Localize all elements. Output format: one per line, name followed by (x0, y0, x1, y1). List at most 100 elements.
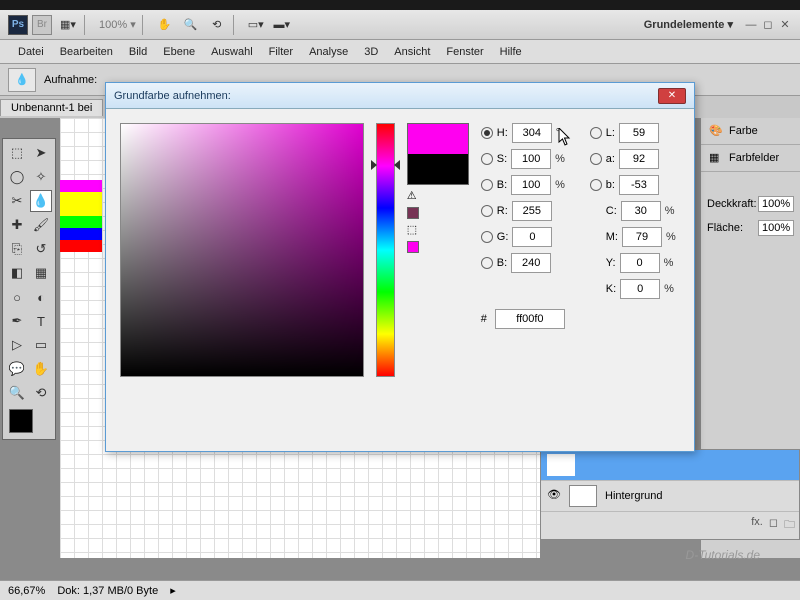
hex-input[interactable] (495, 309, 565, 329)
menu-select[interactable]: Auswahl (203, 40, 261, 63)
maximize-icon[interactable]: ◻ (761, 18, 775, 32)
hand-tool-icon[interactable]: ✋ (30, 358, 52, 380)
menu-image[interactable]: Bild (121, 40, 155, 63)
palette-icon: 🎨 (709, 124, 723, 138)
close-icon[interactable]: ✕ (778, 18, 792, 32)
bridge-logo-icon[interactable]: Br (32, 15, 52, 35)
menu-help[interactable]: Hilfe (492, 40, 530, 63)
radio-b[interactable] (481, 179, 493, 191)
y-label: Y: (606, 257, 616, 269)
status-arrow-icon[interactable]: ▸ (170, 584, 176, 597)
y-unit: % (664, 257, 678, 269)
minimize-icon[interactable]: — (744, 18, 758, 32)
type-tool-icon[interactable]: T (30, 310, 52, 332)
layer-row-background[interactable]: 👁 Hintergrund (541, 481, 799, 512)
radio-lab-b[interactable] (590, 179, 602, 191)
menu-3d[interactable]: 3D (356, 40, 386, 63)
zoom-icon[interactable]: 🔍 (181, 15, 201, 35)
opacity-value[interactable]: 100% (758, 196, 794, 212)
shape-tool-icon[interactable]: ▭ (30, 334, 52, 356)
radio-g[interactable] (481, 231, 493, 243)
menu-edit[interactable]: Bearbeiten (52, 40, 121, 63)
bl-input[interactable] (511, 253, 551, 273)
menu-filter[interactable]: Filter (261, 40, 301, 63)
heal-tool-icon[interactable]: ✚ (6, 214, 28, 236)
l-input[interactable] (619, 123, 659, 143)
eyedropper-tool-icon[interactable]: 💧 (30, 190, 52, 212)
rotate-icon[interactable]: ⟲ (207, 15, 227, 35)
title-bar: Ps Br ▦▾ 100% ▾ ✋ 🔍 ⟲ ▭▾ ▬▾ Grundelement… (0, 10, 800, 40)
fill-value[interactable]: 100% (758, 220, 794, 236)
layout-icon[interactable]: ▦▾ (58, 15, 78, 35)
m-input[interactable] (622, 227, 662, 247)
visibility-icon[interactable]: 👁 (547, 488, 563, 504)
radio-r[interactable] (481, 205, 493, 217)
eraser-tool-icon[interactable]: ◧ (6, 262, 28, 284)
opacity-label: Deckkraft: (707, 198, 757, 210)
screen-mode-icon[interactable]: ▬▾ (272, 15, 292, 35)
b-input[interactable] (511, 175, 551, 195)
rotate-tool-icon[interactable]: ⟲ (30, 382, 52, 404)
layer-row-selected[interactable] (541, 450, 799, 481)
menu-file[interactable]: Datei (10, 40, 52, 63)
a-input[interactable] (619, 149, 659, 169)
blur-tool-icon[interactable]: ○ (6, 286, 28, 308)
radio-bl[interactable] (481, 257, 493, 269)
lab-b-input[interactable] (619, 175, 659, 195)
g-input[interactable] (512, 227, 552, 247)
lasso-tool-icon[interactable]: ◯ (6, 166, 28, 188)
zoom-status[interactable]: 66,67% (8, 585, 45, 597)
path-tool-icon[interactable]: ▷ (6, 334, 28, 356)
eyedropper-icon[interactable]: 💧 (8, 68, 36, 92)
color-panel-label: Farbe (729, 125, 758, 137)
swatches-panel-tab[interactable]: ▦ Farbfelder (701, 145, 800, 172)
wand-tool-icon[interactable]: ✧ (30, 166, 52, 188)
hand-icon[interactable]: ✋ (155, 15, 175, 35)
arrange-icon[interactable]: ▭▾ (246, 15, 266, 35)
zoom-dropdown[interactable]: 100% ▾ (99, 18, 136, 31)
y-input[interactable] (620, 253, 660, 273)
crop-tool-icon[interactable]: ✂ (6, 190, 28, 212)
color-panel-tab[interactable]: 🎨 Farbe (701, 118, 800, 145)
dodge-tool-icon[interactable]: ◐ (30, 286, 52, 308)
gamut-swatch[interactable] (407, 207, 419, 219)
hue-slider[interactable] (376, 123, 395, 377)
brush-tool-icon[interactable]: 🖌 (30, 214, 52, 236)
mask-icon[interactable]: ◻ (769, 516, 778, 535)
workspace-switcher[interactable]: Grundelemente ▾ (644, 18, 733, 31)
foreground-color-swatch[interactable] (9, 409, 33, 433)
radio-s[interactable] (481, 153, 493, 165)
zoom-tool-icon[interactable]: 🔍 (6, 382, 28, 404)
history-brush-icon[interactable]: ↺ (30, 238, 52, 260)
radio-a[interactable] (590, 153, 602, 165)
color-field[interactable] (120, 123, 364, 377)
layer-thumb (547, 454, 575, 476)
dialog-close-button[interactable]: ✕ (658, 88, 686, 104)
websafe-swatch[interactable] (407, 241, 419, 253)
gamut-warning-icon[interactable]: ⚠ (407, 189, 421, 203)
h-input[interactable] (512, 123, 552, 143)
arrow-tool-icon[interactable]: ➤ (30, 142, 52, 164)
move-tool-icon[interactable]: ⬚ (6, 142, 28, 164)
menu-analyze[interactable]: Analyse (301, 40, 356, 63)
websafe-icon[interactable]: ⬚ (407, 223, 421, 237)
menu-view[interactable]: Ansicht (386, 40, 438, 63)
k-input[interactable] (620, 279, 660, 299)
preview-column: ⚠ ⬚ (407, 123, 469, 377)
radio-l[interactable] (590, 127, 602, 139)
fx-icon[interactable]: fx. (751, 516, 763, 535)
pen-tool-icon[interactable]: ✒ (6, 310, 28, 332)
radio-h[interactable] (481, 127, 493, 139)
s-label: S: (497, 153, 507, 165)
menu-window[interactable]: Fenster (438, 40, 491, 63)
menu-layer[interactable]: Ebene (155, 40, 203, 63)
notes-tool-icon[interactable]: 💬 (6, 358, 28, 380)
r-input[interactable] (512, 201, 552, 221)
s-input[interactable] (511, 149, 551, 169)
c-input[interactable] (621, 201, 661, 221)
gradient-tool-icon[interactable]: ▦ (30, 262, 52, 284)
folder-icon[interactable]: 🗀 (784, 516, 795, 535)
document-tab[interactable]: Unbenannt-1 bei (0, 99, 103, 116)
stamp-tool-icon[interactable]: ⎘ (6, 238, 28, 260)
dialog-titlebar[interactable]: Grundfarbe aufnehmen: ✕ (106, 83, 694, 109)
